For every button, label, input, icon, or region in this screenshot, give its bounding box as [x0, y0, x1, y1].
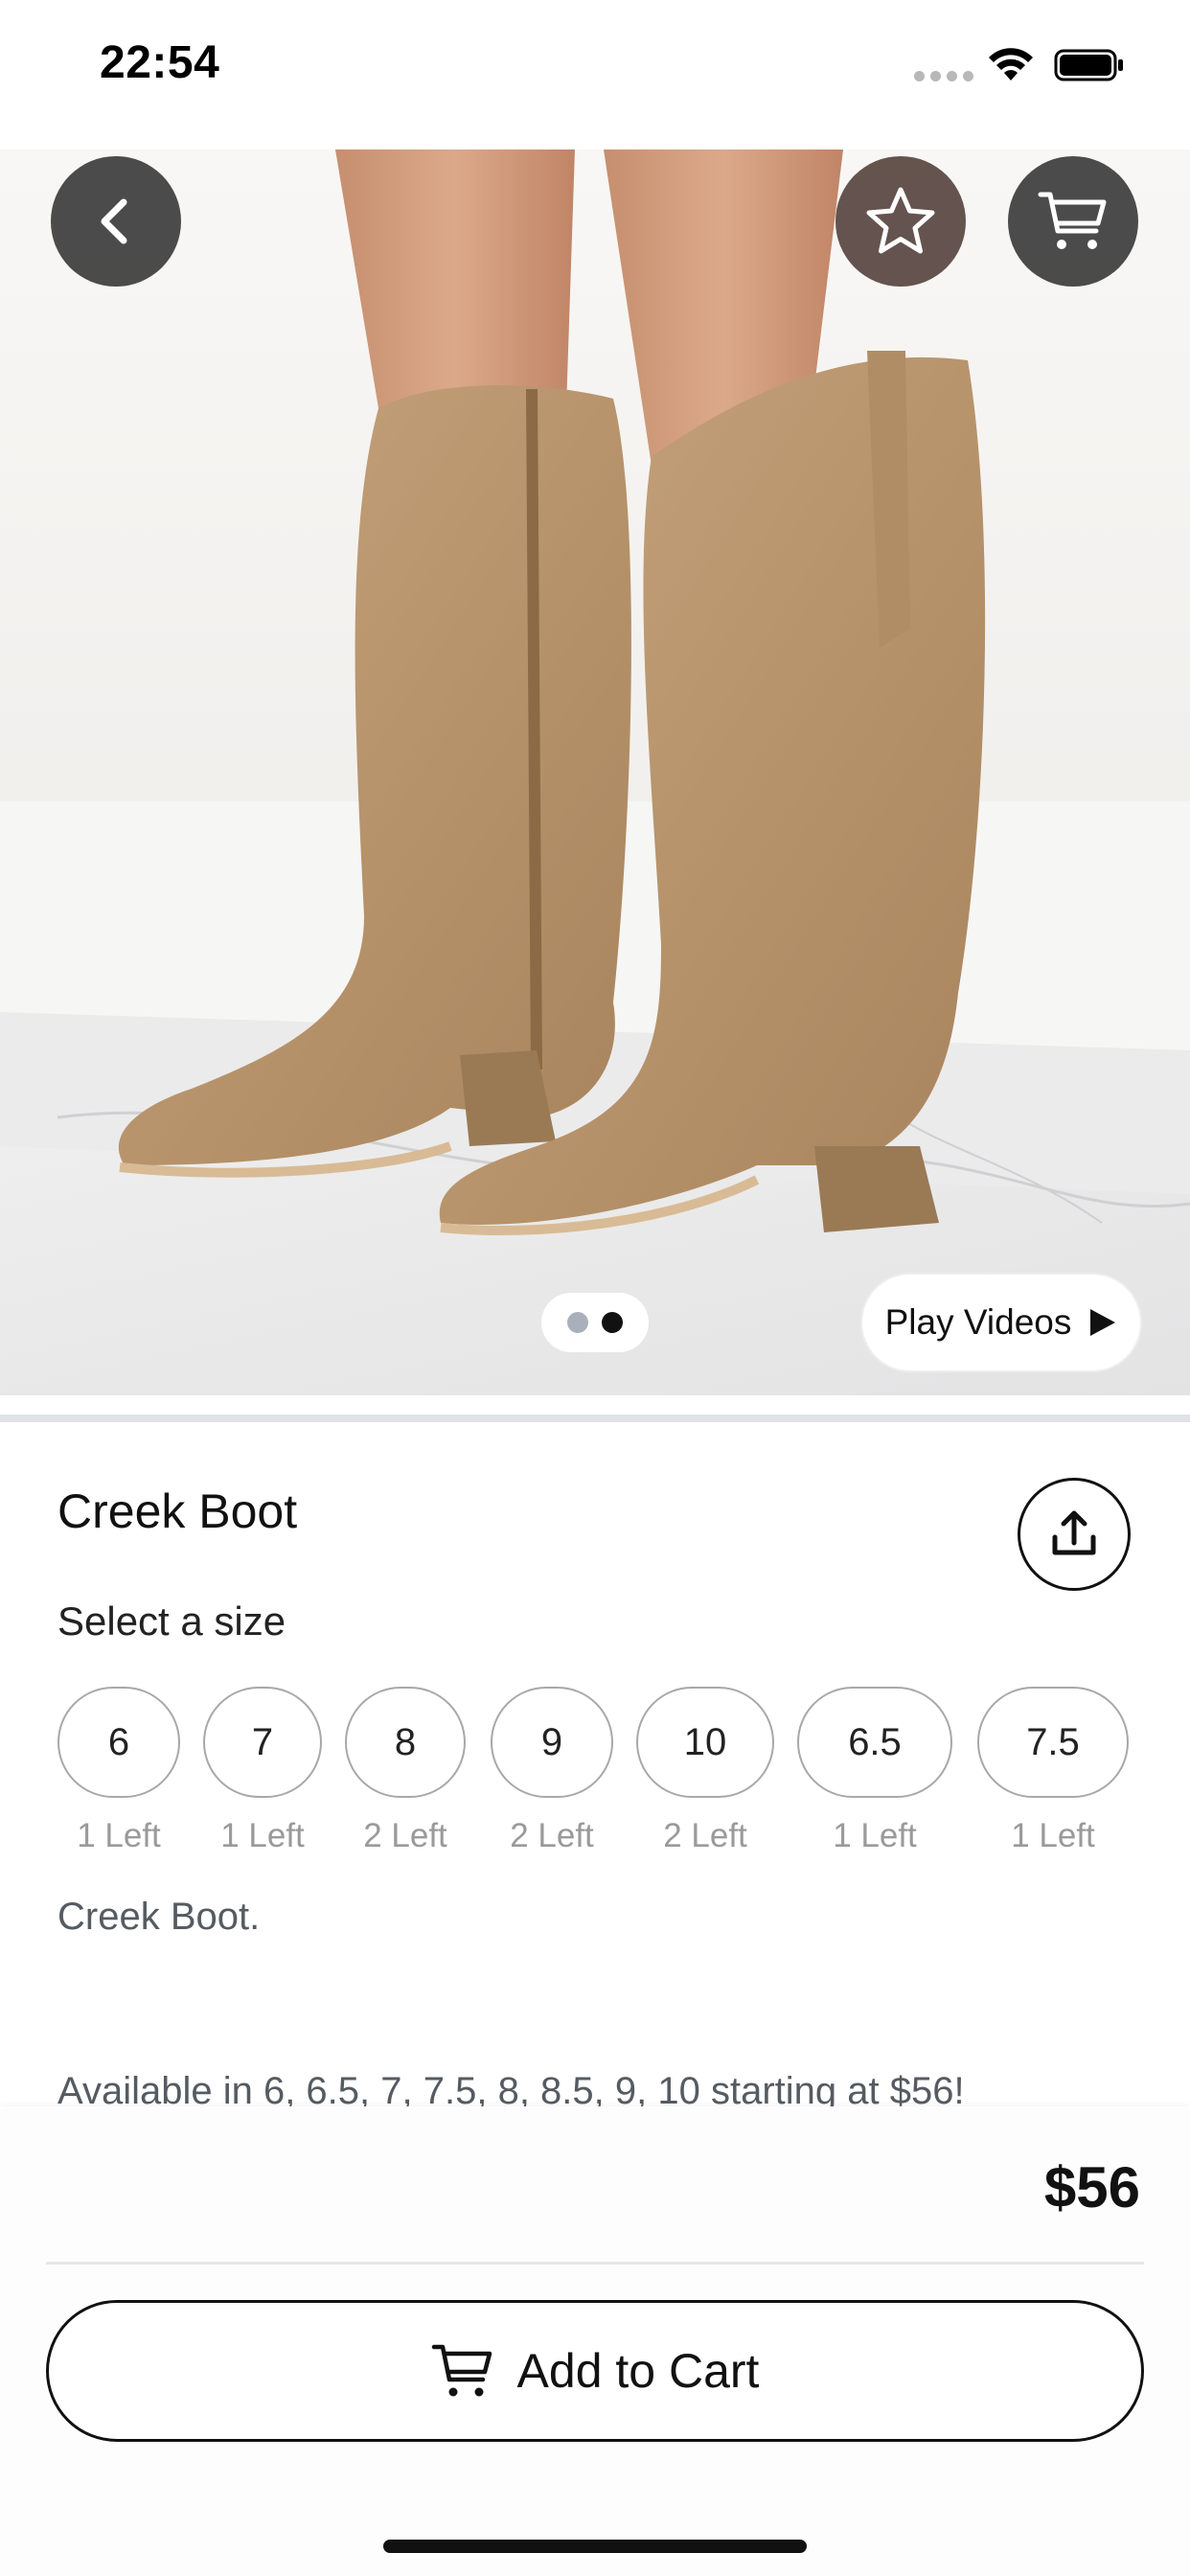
- cellular-signal-icon: [914, 71, 973, 81]
- battery-icon: [1054, 49, 1123, 81]
- star-icon: [866, 187, 935, 254]
- play-videos-button[interactable]: Play Videos: [860, 1273, 1142, 1372]
- size-stock-6-5: 1 Left: [833, 1817, 917, 1854]
- favorite-button[interactable]: [835, 156, 966, 287]
- wifi-icon: [989, 48, 1033, 80]
- size-option-7[interactable]: 7: [203, 1687, 322, 1798]
- status-time: 22:54: [100, 37, 220, 88]
- cart-icon: [1038, 192, 1107, 249]
- checkout-bar: $56 Add to Cart: [0, 2106, 1190, 2576]
- product-photo: [0, 150, 1190, 1395]
- product-title: Creek Boot: [57, 1484, 298, 1538]
- size-stock-7-5: 1 Left: [1011, 1817, 1095, 1854]
- size-prompt: Select a size: [57, 1598, 286, 1644]
- play-icon: [1090, 1309, 1116, 1336]
- add-to-cart-button[interactable]: Add to Cart: [46, 2300, 1144, 2442]
- size-option-8[interactable]: 8: [345, 1687, 466, 1798]
- size-option-7-5[interactable]: 7.5: [977, 1687, 1129, 1798]
- price: $56: [1043, 2155, 1140, 2220]
- product-image-carousel[interactable]: Play Videos: [0, 150, 1190, 1395]
- back-button[interactable]: [51, 156, 181, 287]
- add-to-cart-label: Add to Cart: [516, 2344, 760, 2398]
- size-stock-10: 2 Left: [663, 1817, 747, 1854]
- home-indicator[interactable]: [383, 2540, 807, 2553]
- share-button[interactable]: [1018, 1478, 1131, 1591]
- page-dot-active[interactable]: [602, 1312, 623, 1333]
- share-upload-icon: [1052, 1510, 1096, 1555]
- hero-divider: [0, 1414, 1190, 1422]
- size-stock-9: 2 Left: [510, 1817, 594, 1854]
- play-videos-label: Play Videos: [884, 1302, 1072, 1342]
- cart-button[interactable]: [1008, 156, 1138, 287]
- chevron-left-icon: [101, 198, 127, 244]
- cart-icon: [431, 2344, 492, 2397]
- page-dot[interactable]: [567, 1312, 588, 1333]
- checkout-divider: [46, 2262, 1144, 2265]
- product-description: Creek Boot.: [57, 1896, 261, 1938]
- size-option-6-5[interactable]: 6.5: [797, 1687, 952, 1798]
- size-stock-8: 2 Left: [363, 1817, 447, 1854]
- status-bar: 22:54: [0, 0, 1190, 150]
- size-stock-6: 1 Left: [77, 1817, 161, 1854]
- size-option-6[interactable]: 6: [57, 1687, 180, 1798]
- size-option-9[interactable]: 9: [491, 1687, 613, 1798]
- carousel-page-indicator[interactable]: [541, 1293, 649, 1352]
- size-stock-7: 1 Left: [220, 1817, 305, 1854]
- size-option-10[interactable]: 10: [636, 1687, 774, 1798]
